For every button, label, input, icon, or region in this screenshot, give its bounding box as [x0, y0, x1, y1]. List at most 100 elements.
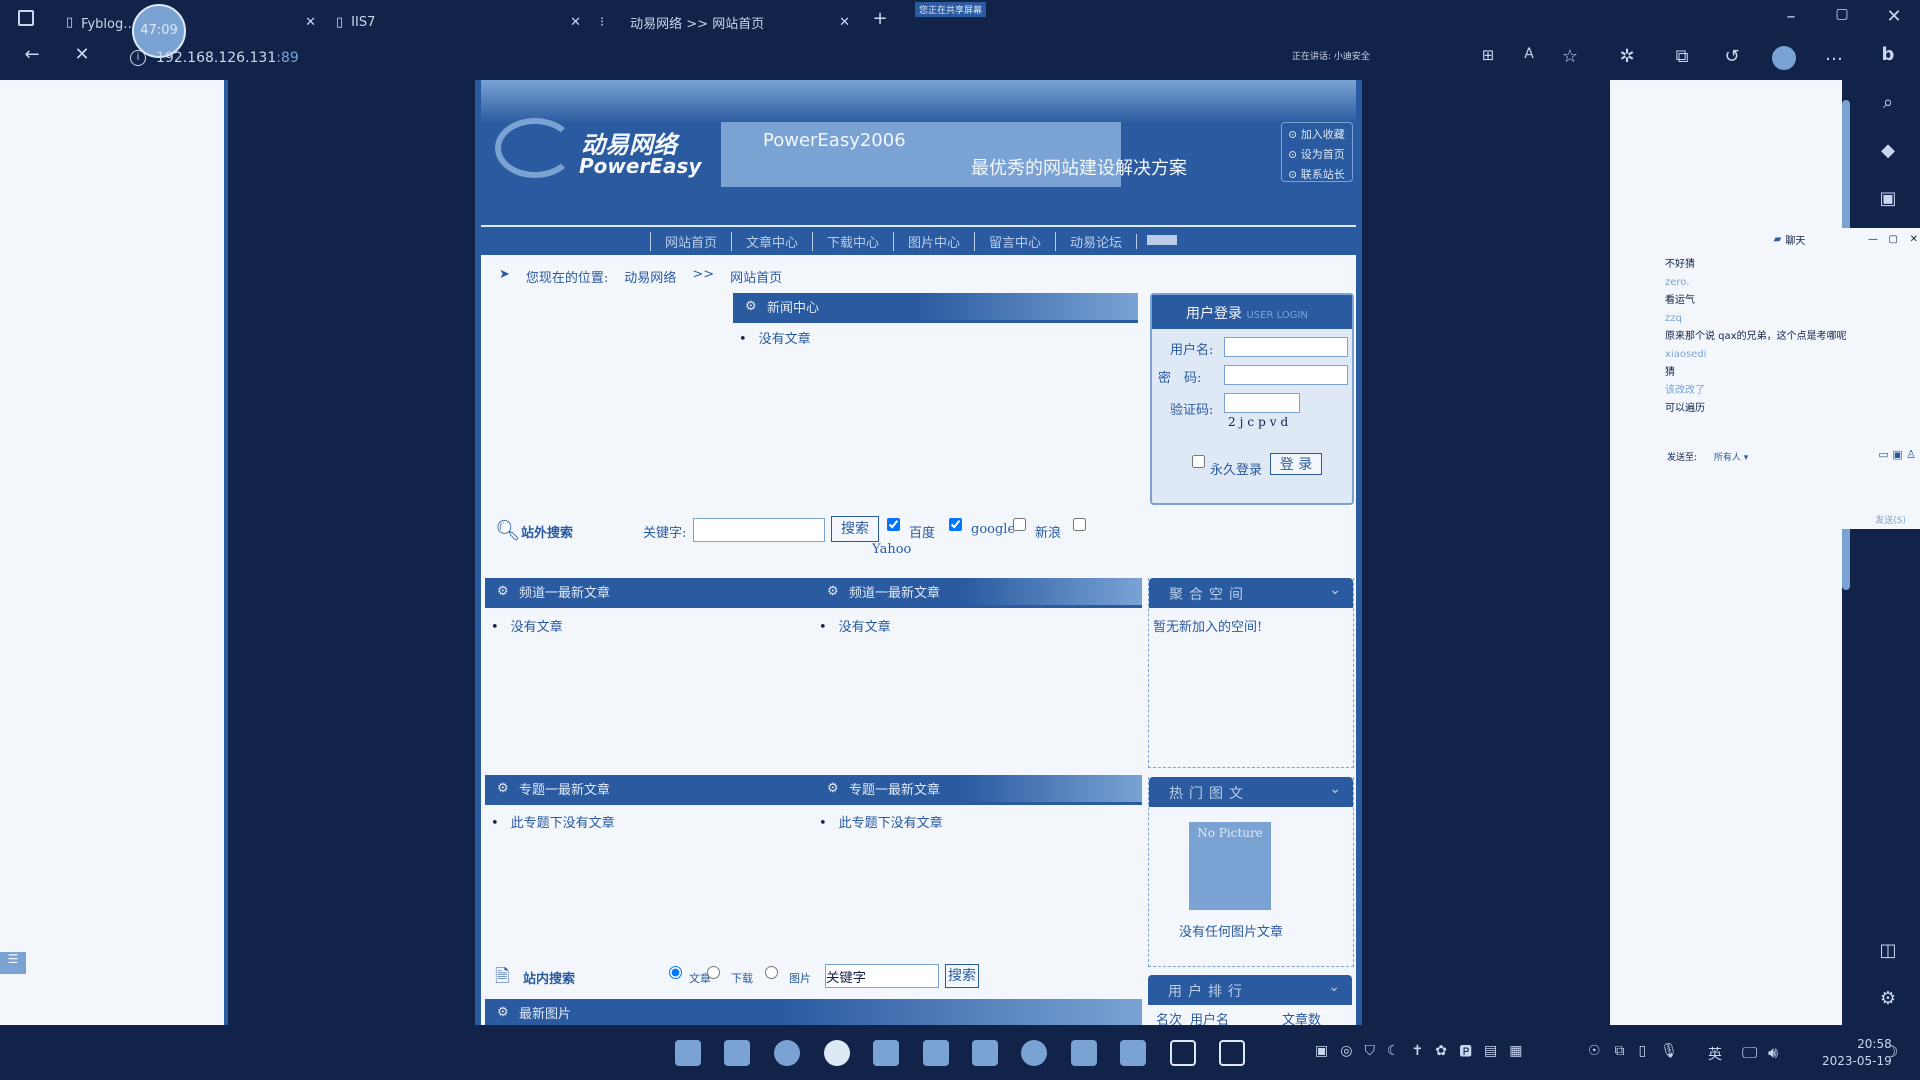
- webpage: 动易网络 PowerEasy PowerEasy2006 最优秀的网站建设解决方…: [475, 80, 1362, 1025]
- nav-forum[interactable]: 动易论坛: [1055, 231, 1136, 251]
- nav-guestbook[interactable]: 留言中心: [974, 231, 1055, 251]
- start-icon[interactable]: [675, 1040, 701, 1066]
- tab-iis7[interactable]: ▯ IIS7 ✕: [336, 6, 581, 38]
- login-box: 用户登录 USER LOGIN 用户名: 密 码: 验证码: 2jcpvd 永久…: [1150, 293, 1354, 505]
- system-tray[interactable]: ▣◎⛉☾✝✿🅿▤▦: [1315, 1043, 1535, 1059]
- ime-indicator[interactable]: 英: [1708, 1044, 1722, 1064]
- profile-avatar[interactable]: [1772, 46, 1796, 70]
- terminal-icon[interactable]: [1219, 1040, 1245, 1066]
- minimize-icon[interactable]: —: [1868, 234, 1878, 245]
- close-tab-icon[interactable]: ✕: [570, 15, 581, 30]
- p-app-icon[interactable]: [972, 1040, 998, 1066]
- close-tab-icon[interactable]: ✕: [305, 15, 316, 30]
- maximize-icon[interactable]: ▢: [1828, 6, 1856, 22]
- app-icon[interactable]: [873, 1040, 899, 1066]
- page-icon: ▯: [66, 14, 74, 30]
- nav-home[interactable]: 网站首页: [649, 231, 731, 251]
- remember-checkbox[interactable]: [1192, 455, 1205, 468]
- qq-icon[interactable]: [1021, 1040, 1047, 1066]
- moon-icon[interactable]: ☽: [1884, 1042, 1898, 1061]
- volume-icon[interactable]: 🔊︎: [1768, 1043, 1778, 1063]
- app-icon[interactable]: ⊞: [1474, 46, 1502, 64]
- site-search-input[interactable]: [825, 964, 939, 988]
- username-input[interactable]: [1224, 337, 1348, 357]
- address-bar[interactable]: i 192.168.126.131:89: [130, 46, 1030, 70]
- close-icon[interactable]: ✕: [1910, 234, 1918, 245]
- sidebar-toggle-icon[interactable]: [18, 10, 34, 26]
- collections-icon[interactable]: ⧉: [1668, 46, 1696, 67]
- radio-picture[interactable]: [765, 966, 778, 979]
- sidebar-layout-icon[interactable]: ◫: [1874, 940, 1902, 961]
- image-icon[interactable]: ▣: [1892, 448, 1902, 461]
- list-item[interactable]: 此专题下没有文章: [819, 812, 943, 831]
- window-icon[interactable]: [1170, 1040, 1196, 1066]
- add-favorite-link[interactable]: ⊙ 加入收藏: [1288, 125, 1346, 145]
- yahoo-checkbox[interactable]: [1073, 518, 1086, 531]
- tab-poweasy[interactable]: ⁝ 动易网络 >> 网站首页 ✕: [600, 6, 850, 38]
- history-icon[interactable]: ↺: [1718, 46, 1746, 67]
- stop-icon[interactable]: ✕: [68, 44, 96, 65]
- tag-icon[interactable]: ◆: [1874, 140, 1902, 161]
- chevron-down-icon[interactable]: ⌄: [1328, 979, 1340, 995]
- file-icon[interactable]: ▭: [1878, 448, 1888, 461]
- chevron-down-icon[interactable]: ⌄: [1329, 781, 1341, 797]
- favorite-icon[interactable]: ☆: [1556, 46, 1584, 67]
- search-icon[interactable]: ⌕: [1874, 92, 1902, 113]
- maximize-icon[interactable]: ▢: [1889, 234, 1898, 245]
- list-item[interactable]: 没有文章: [491, 616, 563, 635]
- file-explorer-icon[interactable]: [724, 1040, 750, 1066]
- list-item[interactable]: 没有文章: [819, 616, 891, 635]
- back-icon[interactable]: ←: [18, 44, 46, 65]
- remote-icon[interactable]: [1120, 1040, 1146, 1066]
- contact-link[interactable]: ⊙ 联系站长: [1288, 165, 1346, 185]
- ext-search-button[interactable]: 搜索: [831, 516, 879, 542]
- bing-icon[interactable]: b: [1874, 44, 1902, 65]
- network-icon[interactable]: 🖵: [1742, 1043, 1757, 1063]
- nav-extra-button[interactable]: [1147, 234, 1178, 245]
- tray-icons[interactable]: ☉⧉▯🎙: [1588, 1043, 1692, 1059]
- powershell-icon[interactable]: [1071, 1040, 1097, 1066]
- photos-icon[interactable]: [923, 1040, 949, 1066]
- radio-download[interactable]: [707, 966, 720, 979]
- minimize-icon[interactable]: –: [1777, 6, 1805, 27]
- chevron-down-icon[interactable]: ⌄: [1329, 582, 1341, 598]
- send-to-dropdown[interactable]: 所有人 ▾: [1714, 453, 1748, 463]
- google-checkbox[interactable]: [949, 518, 962, 531]
- password-input[interactable]: [1224, 365, 1348, 385]
- close-window-icon[interactable]: ✕: [1880, 6, 1908, 27]
- tab-fyblog[interactable]: ▯ Fyblog…章系统 ✕: [66, 6, 316, 38]
- new-tab-icon[interactable]: +: [866, 8, 894, 29]
- special-header-1: 专题一最新文章: [485, 775, 815, 805]
- more-icon[interactable]: …: [1820, 44, 1848, 65]
- captcha-input[interactable]: [1224, 393, 1300, 413]
- list-item[interactable]: 此专题下没有文章: [491, 812, 615, 831]
- radio-article[interactable]: [669, 966, 682, 979]
- sina-checkbox[interactable]: [1013, 518, 1026, 531]
- nav-pictures[interactable]: 图片中心: [893, 231, 974, 251]
- banner-slogan: 最优秀的网站建设解决方案: [971, 158, 1187, 179]
- chrome-icon[interactable]: [824, 1040, 850, 1066]
- settings-icon[interactable]: ⚙: [1874, 988, 1902, 1009]
- read-aloud-icon[interactable]: A: [1515, 46, 1543, 62]
- site-search-button[interactable]: 搜索: [945, 964, 979, 988]
- outline-icon[interactable]: ☰: [0, 952, 26, 974]
- send-button[interactable]: 发送(S): [1875, 513, 1906, 526]
- nav-downloads[interactable]: 下载中心: [811, 231, 893, 251]
- login-button[interactable]: 登 录: [1270, 453, 1322, 475]
- set-home-link[interactable]: ⊙ 设为首页: [1288, 145, 1346, 165]
- ext-search-input[interactable]: [693, 518, 825, 542]
- briefcase-icon[interactable]: ▣: [1874, 188, 1902, 209]
- person-icon[interactable]: ♙: [1906, 448, 1916, 461]
- close-tab-icon[interactable]: ✕: [839, 15, 850, 30]
- list-item[interactable]: 没有文章: [739, 328, 811, 347]
- quick-links: ⊙ 加入收藏 ⊙ 设为首页 ⊙ 联系站长: [1281, 122, 1353, 182]
- nav-articles[interactable]: 文章中心: [730, 231, 812, 251]
- no-picture-image[interactable]: No Picture: [1189, 822, 1271, 910]
- baidu-checkbox[interactable]: [887, 518, 900, 531]
- right-panel: [1610, 80, 1842, 1025]
- arrow-icon: ➤: [499, 267, 510, 282]
- clock[interactable]: 20:58 2023-05-19: [1822, 1036, 1892, 1070]
- extensions-icon[interactable]: ✲: [1613, 46, 1641, 67]
- edge-icon[interactable]: [774, 1040, 800, 1066]
- loading-icon: ⁝: [600, 14, 605, 30]
